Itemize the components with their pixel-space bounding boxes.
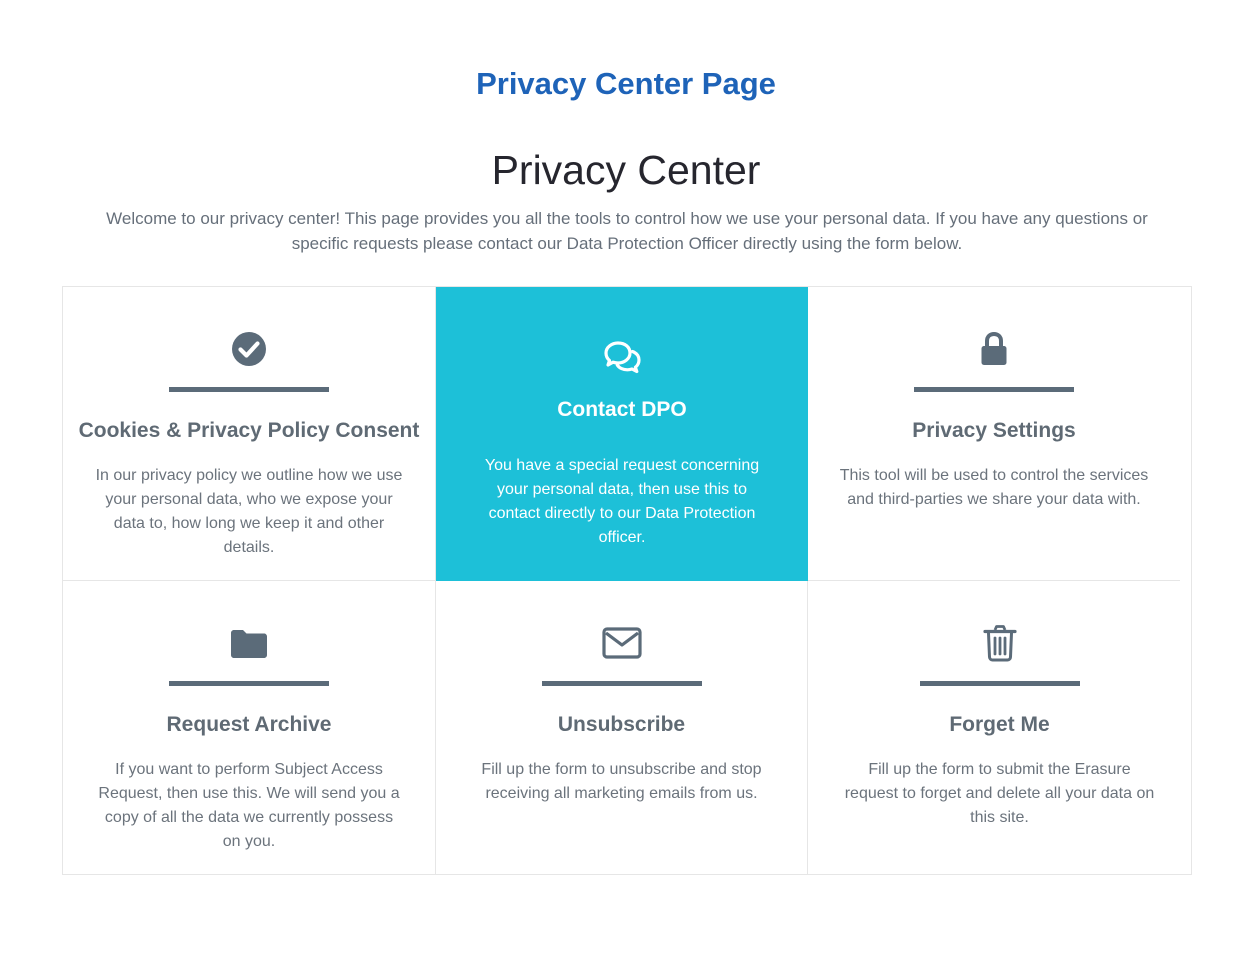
- card-description: If you want to perform Subject Access Re…: [98, 761, 400, 850]
- card-divider: [169, 681, 329, 686]
- card-title: Request Archive: [166, 713, 332, 736]
- page-title: Privacy Center: [491, 147, 761, 193]
- card-contact-dpo[interactable]: Contact DPO You have a special request c…: [436, 287, 808, 581]
- card-description: In our privacy policy we outline how we …: [95, 467, 403, 556]
- card-forget-me[interactable]: Forget Me Fill up the form to submit the…: [808, 581, 1191, 874]
- card-description: This tool will be used to control the se…: [839, 467, 1149, 508]
- card-description: You have a special request concerning yo…: [484, 457, 760, 546]
- intro-text: Welcome to our privacy center! This page…: [106, 209, 1148, 253]
- card-divider: [541, 681, 702, 686]
- card-description: Fill up the form to unsubscribe and stop…: [481, 761, 762, 802]
- card-title: Unsubscribe: [557, 713, 686, 736]
- envelope-icon: [601, 623, 642, 663]
- card-request-archive[interactable]: Request Archive If you want to perform S…: [63, 581, 436, 874]
- card-description: Fill up the form to submit the Erasure r…: [844, 761, 1155, 826]
- card-divider: [169, 387, 329, 392]
- card-title: Contact DPO: [557, 398, 687, 421]
- card-title: Forget Me: [949, 713, 1050, 736]
- card-privacy-settings[interactable]: Privacy Settings This tool will be used …: [808, 287, 1180, 581]
- trash-icon: [980, 623, 1020, 663]
- card-divider: [919, 681, 1080, 686]
- check-circle-icon: [229, 329, 269, 369]
- page-heading: Privacy Center Page: [476, 66, 776, 101]
- privacy-tools-grid: Cookies & Privacy Policy Consent In our …: [62, 286, 1192, 875]
- lock-icon: [974, 329, 1014, 369]
- card-divider: [914, 387, 1074, 392]
- chat-bubbles-icon: [602, 339, 642, 379]
- card-unsubscribe[interactable]: Unsubscribe Fill up the form to unsubscr…: [436, 581, 808, 874]
- card-title: Privacy Settings: [912, 419, 1076, 442]
- privacy-center-page: Privacy Center Page Privacy Center Welco…: [0, 0, 1252, 963]
- folder-icon: [229, 623, 269, 663]
- card-title: Cookies & Privacy Policy Consent: [78, 419, 420, 442]
- card-cookies-consent[interactable]: Cookies & Privacy Policy Consent In our …: [63, 287, 436, 581]
